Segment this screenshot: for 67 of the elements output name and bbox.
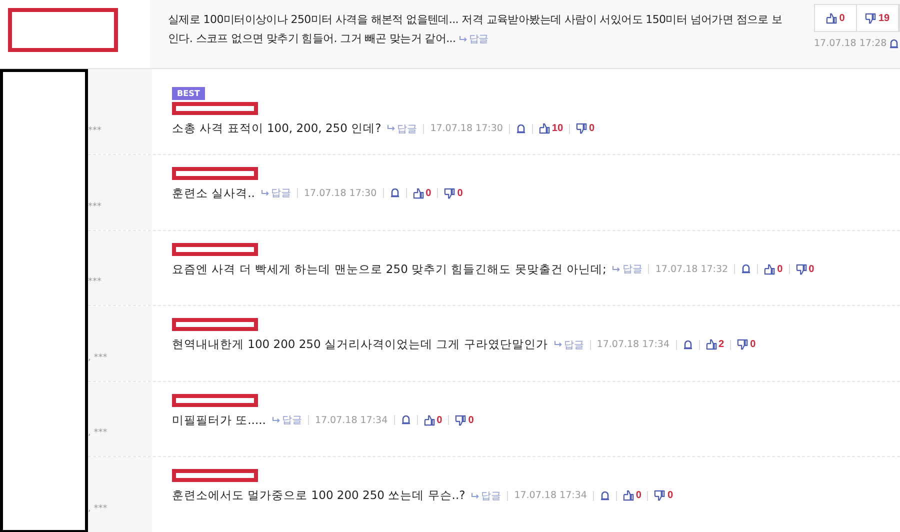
reply-arrow-icon	[554, 341, 563, 348]
thumbs-up-icon	[826, 12, 838, 24]
reply-link[interactable]: 답글	[554, 338, 584, 352]
masked-ip: ***	[88, 126, 102, 136]
bell-icon[interactable]	[390, 188, 400, 198]
bell-icon[interactable]	[600, 490, 610, 501]
masked-ip: , ***	[88, 352, 108, 363]
comment-date: 17.07.18 17:28	[814, 38, 887, 49]
bell-icon[interactable]	[741, 264, 752, 274]
reply-date: 17.07.18 17:34	[314, 414, 388, 426]
reply-text: 현역내내한게 100 200 250 실거리사격이었는데 그게 구라였단말인가	[172, 337, 548, 352]
reply-arrow-icon	[272, 417, 281, 424]
masked-ip: ***	[88, 202, 102, 212]
masked-ip: , ***	[88, 504, 108, 514]
reply-link[interactable]: 답글	[471, 488, 502, 503]
like-button[interactable]: 0	[622, 490, 642, 502]
bell-icon[interactable]	[516, 124, 526, 134]
reply-link[interactable]: 답글	[260, 186, 291, 200]
dislike-button[interactable]: 0	[737, 339, 756, 350]
reply-text: 미필필터가 또.....	[172, 412, 266, 428]
dislike-button[interactable]: 0	[444, 188, 463, 199]
reply-arrow-icon	[471, 492, 480, 500]
masked-ip: ***	[88, 277, 102, 288]
bell-icon[interactable]	[682, 340, 692, 350]
bell-icon[interactable]	[400, 415, 411, 426]
best-badge: BEST	[172, 87, 205, 100]
thumbs-down-icon	[654, 490, 666, 502]
dislike-button[interactable]: 0	[576, 123, 595, 134]
bell-icon[interactable]	[888, 38, 899, 48]
thumbs-down-icon	[444, 188, 456, 199]
reply-arrow-icon	[612, 266, 622, 273]
thumbs-down-icon	[796, 264, 807, 275]
thumbs-down-icon	[865, 12, 876, 24]
reply-link[interactable]: 답글	[387, 122, 418, 136]
reply-text: 소총 사격 표적이 100, 200, 250 인데?	[172, 121, 382, 136]
reply-arrow-icon	[260, 190, 270, 198]
thumbs-down-icon	[737, 339, 748, 350]
thumbs-up-icon	[412, 188, 424, 199]
masked-ip: , ***	[88, 428, 108, 438]
thumbs-up-icon	[424, 414, 435, 426]
reply-date: 17.07.18 17:34	[514, 490, 587, 502]
reply-text: 훈련소에서도 멀가중으로 100 200 250 쏘는데 무슨..?	[172, 488, 466, 504]
reply-date: 17.07.18 17:34	[596, 339, 670, 350]
like-button[interactable]: 0	[424, 414, 442, 426]
reply-date: 17.07.18 17:32	[655, 264, 728, 275]
like-button[interactable]: 10	[538, 123, 564, 134]
dislike-button[interactable]: 0	[796, 264, 814, 275]
reply-text: 훈련소 실사격..	[172, 186, 255, 201]
reply-link[interactable]: 답글	[272, 413, 302, 428]
reply-text: 요즘엔 사격 더 빡세게 하는데 맨눈으로 250 맞추기 힘들긴해도 못맞출건 아닌데;	[172, 262, 606, 277]
thumbs-up-icon	[764, 264, 776, 275]
dislike-button[interactable]: 0	[455, 414, 474, 426]
reply-date: 17.07.18 17:30	[430, 123, 503, 134]
thumbs-up-icon	[538, 123, 550, 134]
like-button[interactable]: 0	[764, 264, 783, 275]
thumbs-up-icon	[622, 490, 634, 502]
like-button[interactable]: 0	[412, 188, 432, 199]
reply-arrow-icon	[387, 125, 396, 132]
reply-date: 17.07.18 17:30	[304, 188, 377, 199]
dislike-button[interactable]: 0	[654, 490, 674, 502]
reply-link[interactable]: 답글	[612, 262, 642, 276]
thumbs-down-icon	[455, 414, 466, 426]
thumbs-down-icon	[576, 123, 588, 134]
comment-text: 실제로 100미터이상이나 250미터 사격을 해본적 없을텐데... 저격 교육받아봤는데 사람이 서있어도 150미터 넘어가면 점으로 보인다. 스코프 없으면 맞추기 힘들어. 그거 빼곤 맞는거 같어... 답글	[168, 12, 784, 47]
thumbs-up-icon	[706, 339, 716, 350]
like-button[interactable]: 2	[706, 339, 724, 350]
reply-arrow-icon	[458, 36, 468, 43]
